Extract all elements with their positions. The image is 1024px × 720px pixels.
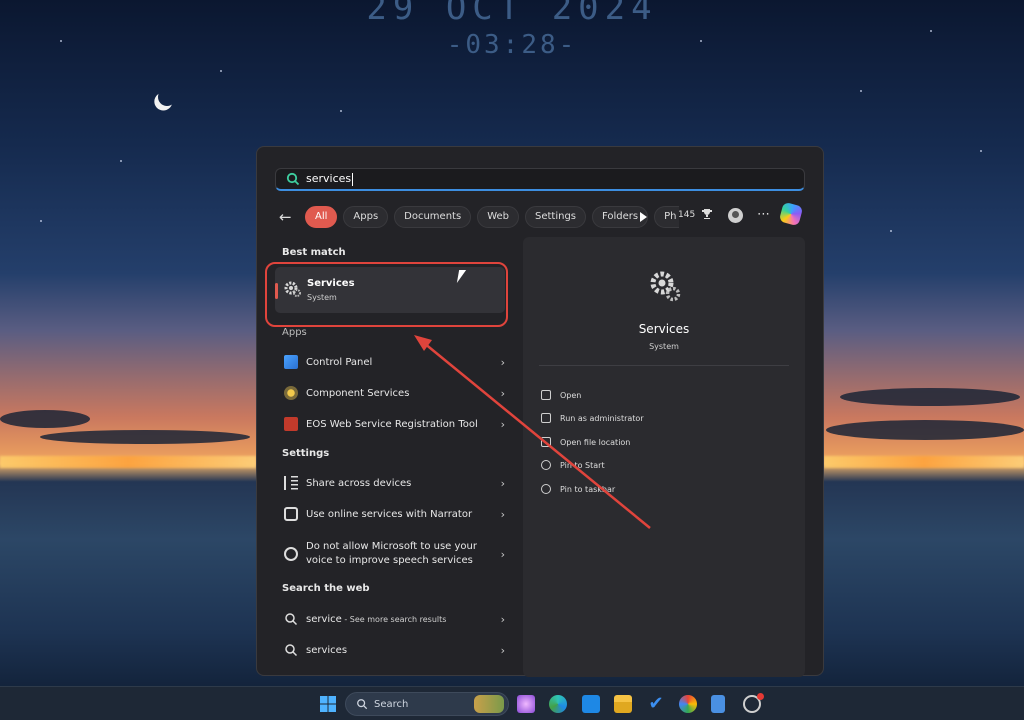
annotation-arrow — [414, 335, 651, 529]
store-icon[interactable] — [582, 695, 600, 713]
widgets-icon[interactable] — [517, 695, 535, 713]
todo-icon[interactable]: ✔ — [647, 695, 665, 713]
notepad-icon[interactable] — [711, 695, 725, 713]
search-highlight-icon — [474, 695, 504, 713]
windows-start-icon[interactable] — [319, 695, 337, 713]
taskbar-search-label: Search — [374, 698, 409, 710]
notification-badge — [757, 693, 764, 700]
taskbar: Search ✔ — [0, 686, 1024, 720]
search-icon — [357, 699, 368, 710]
chrome-icon[interactable] — [679, 695, 697, 713]
edge-icon[interactable] — [549, 695, 567, 713]
file-explorer-icon[interactable] — [614, 695, 632, 713]
taskbar-search[interactable]: Search — [345, 692, 509, 716]
